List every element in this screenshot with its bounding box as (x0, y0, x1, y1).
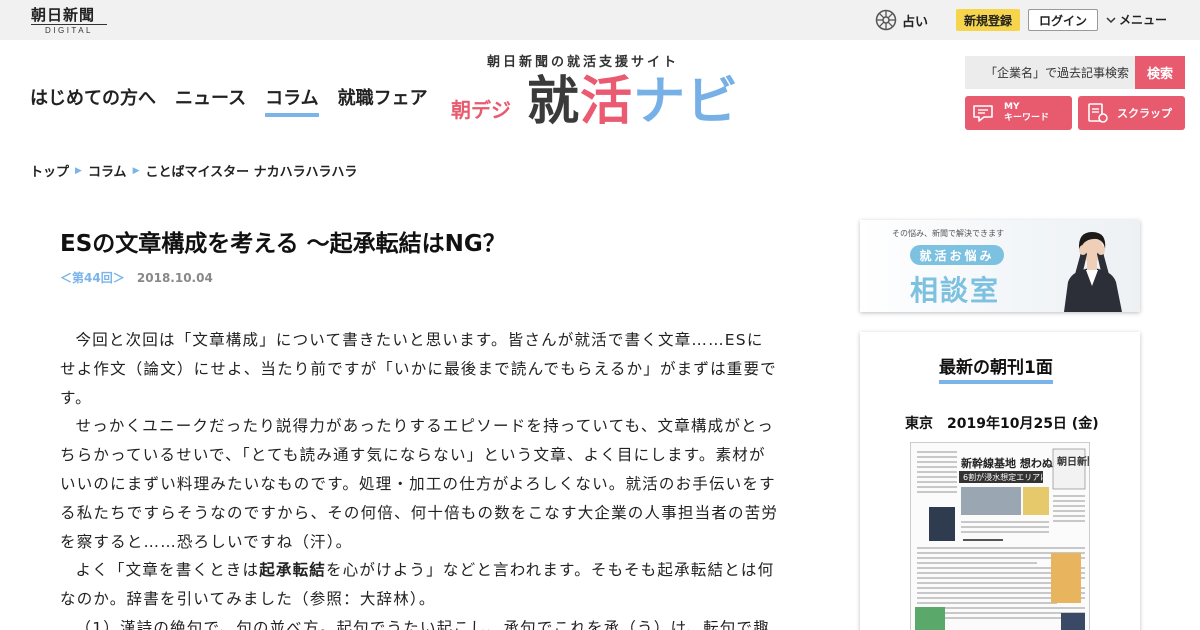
logo-sub-text: DIGITAL (31, 24, 107, 35)
breadcrumb-top[interactable]: トップ (30, 161, 69, 180)
article-issue: ＜第44回＞ (60, 271, 125, 285)
brand-prefix[interactable]: 朝デジ (451, 94, 511, 123)
brand-char-2: 活 (580, 72, 634, 132)
register-button[interactable]: 新規登録 (956, 9, 1020, 31)
fortune-wheel-icon (875, 9, 897, 31)
article-meta: ＜第44回＞ 2018.10.04 (60, 269, 213, 286)
paper-masthead: 朝日新聞 (1057, 455, 1090, 468)
latest-paper-title: 最新の朝刊1面 (939, 353, 1053, 384)
top-bar: 朝日新聞 DIGITAL 占い 新規登録 ログイン メニュー (0, 0, 1200, 40)
menu-button[interactable]: メニュー (1106, 11, 1167, 28)
banner-pill: 就活お悩み (910, 245, 1004, 265)
paper-subheadline: 6割が浸水想定エリアに (963, 472, 1048, 482)
main-nav: はじめての方へ ニュース コラム 就職フェア (30, 84, 428, 117)
asahi-digital-logo[interactable]: 朝日新聞 DIGITAL (31, 7, 107, 35)
search-button[interactable]: 検索 (1135, 56, 1185, 89)
article-date: 2018.10.04 (136, 271, 213, 285)
nav-item-beginners[interactable]: はじめての方へ (30, 84, 156, 117)
breadcrumb: トップ ▶ コラム ▶ ことばマイスター ナカハラハラハラ (30, 161, 357, 180)
breadcrumb-column[interactable]: コラム (88, 161, 127, 180)
keyword-icon (973, 105, 993, 122)
article-paragraph: せっかくユニークだったり説得力があったりするエピソードを持っていても、文章構成が… (60, 417, 779, 551)
nav-item-news[interactable]: ニュース (175, 84, 246, 117)
breadcrumb-current: ことばマイスター ナカハラハラハラ (145, 165, 358, 180)
bold-term: 起承転結 (259, 561, 327, 580)
article-paragraph: 今回と次回は「文章構成」について書きたいと思います。皆さんが就活で書く文章……E… (60, 331, 777, 407)
my-keyword-line2: キーワード (1004, 113, 1050, 123)
scrap-icon (1088, 103, 1108, 123)
search-input[interactable] (965, 56, 1135, 89)
breadcrumb-arrow-icon: ▶ (75, 165, 82, 176)
scrap-label: スクラップ (1117, 107, 1172, 120)
breadcrumb-arrow-icon: ▶ (132, 165, 140, 176)
consultation-banner[interactable]: その悩み、新聞で解決できます 就活お悩み 相談室 (860, 220, 1140, 312)
nav-item-job-fair[interactable]: 就職フェア (338, 84, 428, 117)
newspaper-front-page-illustration: 新幹線基地 想わぬ弱点 6割が浸水想定エリアに 朝日新聞 (911, 443, 1090, 630)
paragraph-text: よく「文章を書くときは (75, 561, 260, 580)
brand-logo[interactable]: 就活ナビ (527, 70, 739, 134)
banner-top-text: その悩み、新聞で解決できます (892, 229, 1004, 238)
article-body: 今回と次回は「文章構成」について書きたいと思います。皆さんが就活で書く文章……E… (60, 326, 780, 630)
article-title: ESの文章構成を考える ～起承転結はNG？ (60, 231, 506, 257)
front-page-image[interactable]: 新幹線基地 想わぬ弱点 6割が浸水想定エリアに 朝日新聞 (910, 442, 1090, 630)
banner-main-text: 相談室 (910, 274, 1001, 307)
article-paragraph: （1）漢詩の絶句で、句の並べ方。起句でうたい起こし、承句でこれを承（う）け、転句… (75, 618, 770, 630)
article-paragraph: よく「文章を書くときは起承転結を心がけよう」などと言われます。そもそも起承転結と… (60, 556, 780, 614)
worried-person-illustration (1064, 232, 1122, 312)
uranai-link[interactable]: 占い (875, 9, 928, 31)
my-keyword-button[interactable]: MY キーワード (965, 96, 1072, 130)
latest-paper-box: 最新の朝刊1面 東京 2019年10月25日 (金) 新幹線基地 想わぬ弱点 6… (860, 332, 1140, 630)
my-keyword-label: MY キーワード (1004, 102, 1049, 124)
chevron-down-icon (1106, 16, 1116, 23)
my-keyword-line1: MY (1004, 102, 1020, 112)
login-button[interactable]: ログイン (1028, 9, 1098, 31)
logo-main-text: 朝日新聞 (31, 6, 96, 24)
nav-item-column[interactable]: コラム (265, 84, 319, 117)
latest-paper-date: 東京 2019年10月25日 (金) (905, 416, 1099, 432)
brand-char-3: ナビ (633, 72, 740, 132)
uranai-label: 占い (902, 14, 929, 30)
scrap-button[interactable]: スクラップ (1078, 96, 1185, 130)
brand-tagline: 朝日新聞の就活支援サイト (487, 55, 680, 70)
brand-char-1: 就 (527, 72, 581, 132)
menu-label: メニュー (1119, 13, 1168, 27)
